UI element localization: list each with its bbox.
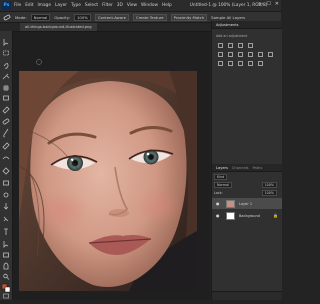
- selective-color-icon[interactable]: [248, 61, 253, 66]
- mode-label: Mode:: [15, 14, 27, 20]
- posterize-icon[interactable]: [228, 61, 233, 66]
- close-button[interactable]: ✕: [275, 1, 279, 7]
- maximize-button[interactable]: ☐: [266, 1, 270, 7]
- sample-all-layers-checkbox[interactable]: Sample All Layers: [211, 15, 245, 20]
- tools-panel: [0, 31, 13, 300]
- pen-tool-icon[interactable]: [3, 216, 9, 222]
- vibrance-icon[interactable]: [218, 52, 223, 57]
- blend-row: Normal 100%: [214, 182, 280, 188]
- layer-row-background[interactable]: ● Background 🔒: [212, 210, 282, 221]
- menu-file[interactable]: File: [14, 3, 21, 8]
- lock-row: Lock: 100%: [214, 190, 280, 196]
- layer-name: Layer 1: [239, 201, 253, 206]
- photo-thumbnail-icon: [226, 199, 235, 208]
- photoshop-logo-icon: Ps: [2, 1, 11, 10]
- tool-icons: [1, 39, 11, 299]
- quick-select-tool-icon[interactable]: [2, 73, 10, 80]
- menu-image[interactable]: Image: [38, 3, 51, 8]
- menu-view[interactable]: View: [127, 3, 137, 8]
- exposure-icon[interactable]: [248, 43, 253, 48]
- frame-tool-icon[interactable]: [3, 95, 9, 101]
- eye-icon[interactable]: ●: [216, 213, 221, 218]
- eraser-tool-icon[interactable]: [2, 167, 10, 175]
- lock-label: Lock:: [214, 191, 223, 195]
- fill-field[interactable]: 100%: [261, 190, 277, 196]
- layer-filter-row: Kind: [214, 174, 280, 180]
- adjustments-subtitle: Add an adjustment: [216, 34, 248, 38]
- move-tool-icon[interactable]: [3, 39, 9, 46]
- minimize-button[interactable]: —: [257, 1, 262, 7]
- tab-paths[interactable]: Paths: [253, 166, 263, 170]
- type-tool-icon[interactable]: [4, 228, 8, 235]
- photo-filter-icon[interactable]: [258, 52, 263, 57]
- menu-edit[interactable]: Edit: [25, 3, 33, 8]
- portrait-photo[interactable]: [19, 71, 197, 291]
- background-color-swatch[interactable]: [4, 286, 11, 293]
- invert-icon[interactable]: [218, 61, 223, 66]
- clone-stamp-tool-icon[interactable]: [2, 142, 10, 150]
- tab-adjustments[interactable]: Adjustments: [216, 23, 239, 27]
- content-aware-button[interactable]: Content-Aware: [94, 13, 129, 21]
- blur-tool-icon[interactable]: [3, 192, 9, 198]
- proximity-match-button[interactable]: Proximity Match: [170, 13, 208, 21]
- opacity-field[interactable]: 100%: [261, 182, 277, 188]
- window-controls: — ☐ ✕: [257, 1, 279, 7]
- brightness-contrast-icon[interactable]: [218, 43, 223, 48]
- menu-help[interactable]: Help: [162, 3, 172, 8]
- tab-channels[interactable]: Channels: [232, 166, 249, 170]
- blend-mode-select[interactable]: Normal: [214, 182, 232, 188]
- document-tab[interactable]: all-things-background-illustrated.png: [20, 23, 97, 31]
- layers-panel-tabs: Layers Channels Paths: [212, 164, 282, 172]
- channel-mixer-icon[interactable]: [268, 52, 273, 57]
- hue-saturation-icon[interactable]: [228, 52, 233, 57]
- eyedropper-tool-icon[interactable]: [2, 106, 10, 114]
- menu-3d[interactable]: 3D: [117, 3, 123, 8]
- mode-select[interactable]: Normal: [30, 13, 51, 21]
- opacity-label: Opacity:: [54, 14, 70, 20]
- eye-icon[interactable]: ●: [216, 201, 221, 206]
- white-thumbnail-icon: [226, 211, 235, 220]
- layer-row-layer-1[interactable]: ● Layer 1: [212, 198, 282, 209]
- canvas-area[interactable]: [13, 32, 210, 300]
- hand-tool-icon[interactable]: [3, 262, 9, 270]
- color-balance-icon[interactable]: [238, 52, 243, 57]
- create-texture-button[interactable]: Create Texture: [132, 13, 167, 21]
- crop-tool-icon[interactable]: [3, 85, 9, 91]
- opacity-input[interactable]: 100%: [73, 13, 91, 21]
- menu-select[interactable]: Select: [85, 3, 98, 8]
- lasso-tool-icon[interactable]: [3, 63, 9, 69]
- tab-layers[interactable]: Layers: [216, 166, 228, 170]
- portrait-image: [19, 71, 197, 291]
- menu-bar: Ps File Edit Image Layer Type Select Fil…: [0, 0, 281, 11]
- gradient-tool-icon[interactable]: [3, 180, 9, 186]
- adjustments-panel-tabs: Adjustments: [212, 21, 282, 29]
- rectangle-tool-icon[interactable]: [3, 252, 9, 258]
- window-title: Untitled-1 @ 100% (Layer 1, RGB/8): [189, 3, 268, 8]
- black-white-icon[interactable]: [248, 52, 253, 57]
- brush-cursor-icon: [36, 59, 42, 65]
- levels-icon[interactable]: [228, 43, 233, 48]
- curves-icon[interactable]: [238, 43, 243, 48]
- gradient-map-icon[interactable]: [258, 61, 263, 66]
- menu-filter[interactable]: Filter: [102, 3, 113, 8]
- dodge-tool-icon[interactable]: [3, 203, 9, 210]
- lock-icon: 🔒: [273, 213, 278, 218]
- history-brush-tool-icon[interactable]: [2, 156, 10, 160]
- menu-layer[interactable]: Layer: [55, 3, 67, 8]
- menu-type[interactable]: Type: [71, 3, 81, 8]
- layer-name: Background: [239, 213, 260, 218]
- quick-mask-icon[interactable]: [3, 293, 9, 299]
- brush-tool-icon[interactable]: [3, 128, 9, 138]
- marquee-tool-icon[interactable]: [3, 50, 9, 56]
- healing-tool-icon[interactable]: [2, 118, 10, 125]
- healing-brush-icon[interactable]: [3, 14, 11, 21]
- right-panels: Adjustments Add an adjustment Layers Cha…: [211, 21, 282, 300]
- menu-window[interactable]: Window: [141, 3, 158, 8]
- kind-filter-select[interactable]: Kind: [214, 174, 228, 180]
- zoom-tool-icon[interactable]: [3, 273, 8, 279]
- threshold-icon[interactable]: [238, 61, 243, 66]
- path-select-tool-icon[interactable]: [3, 241, 9, 248]
- layers-bottom-bar: [212, 291, 282, 300]
